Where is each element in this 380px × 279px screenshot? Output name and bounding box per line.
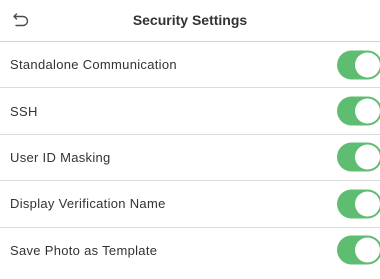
setting-row-save-photo-as-template[interactable]: Save Photo as Template	[0, 228, 380, 273]
header-bar: Security Settings	[0, 0, 380, 42]
setting-label: Save Photo as Template	[10, 242, 158, 258]
user-id-masking-toggle[interactable]	[337, 142, 380, 172]
toggle-knob	[355, 237, 380, 263]
setting-row-display-verification-name[interactable]: Display Verification Name	[0, 181, 380, 228]
settings-list: Standalone Communication SSH User ID Mas…	[0, 42, 380, 273]
ssh-toggle[interactable]	[337, 96, 380, 126]
setting-label: Display Verification Name	[10, 196, 166, 212]
setting-label: SSH	[10, 103, 38, 119]
display-verification-name-toggle[interactable]	[337, 189, 380, 219]
setting-row-ssh[interactable]: SSH	[0, 88, 380, 135]
standalone-communication-toggle[interactable]	[337, 50, 380, 80]
toggle-knob	[355, 52, 380, 78]
security-settings-screen: Security Settings Standalone Communicati…	[0, 0, 380, 279]
toggle-knob	[355, 191, 380, 217]
setting-row-user-id-masking[interactable]: User ID Masking	[0, 135, 380, 182]
setting-row-standalone-communication[interactable]: Standalone Communication	[0, 42, 380, 89]
page-title: Security Settings	[132, 12, 248, 28]
toggle-knob	[355, 144, 380, 170]
setting-label: Standalone Communication	[10, 57, 177, 73]
toggle-knob	[355, 98, 380, 124]
setting-label: User ID Masking	[10, 149, 111, 165]
save-photo-as-template-toggle[interactable]	[337, 235, 380, 265]
